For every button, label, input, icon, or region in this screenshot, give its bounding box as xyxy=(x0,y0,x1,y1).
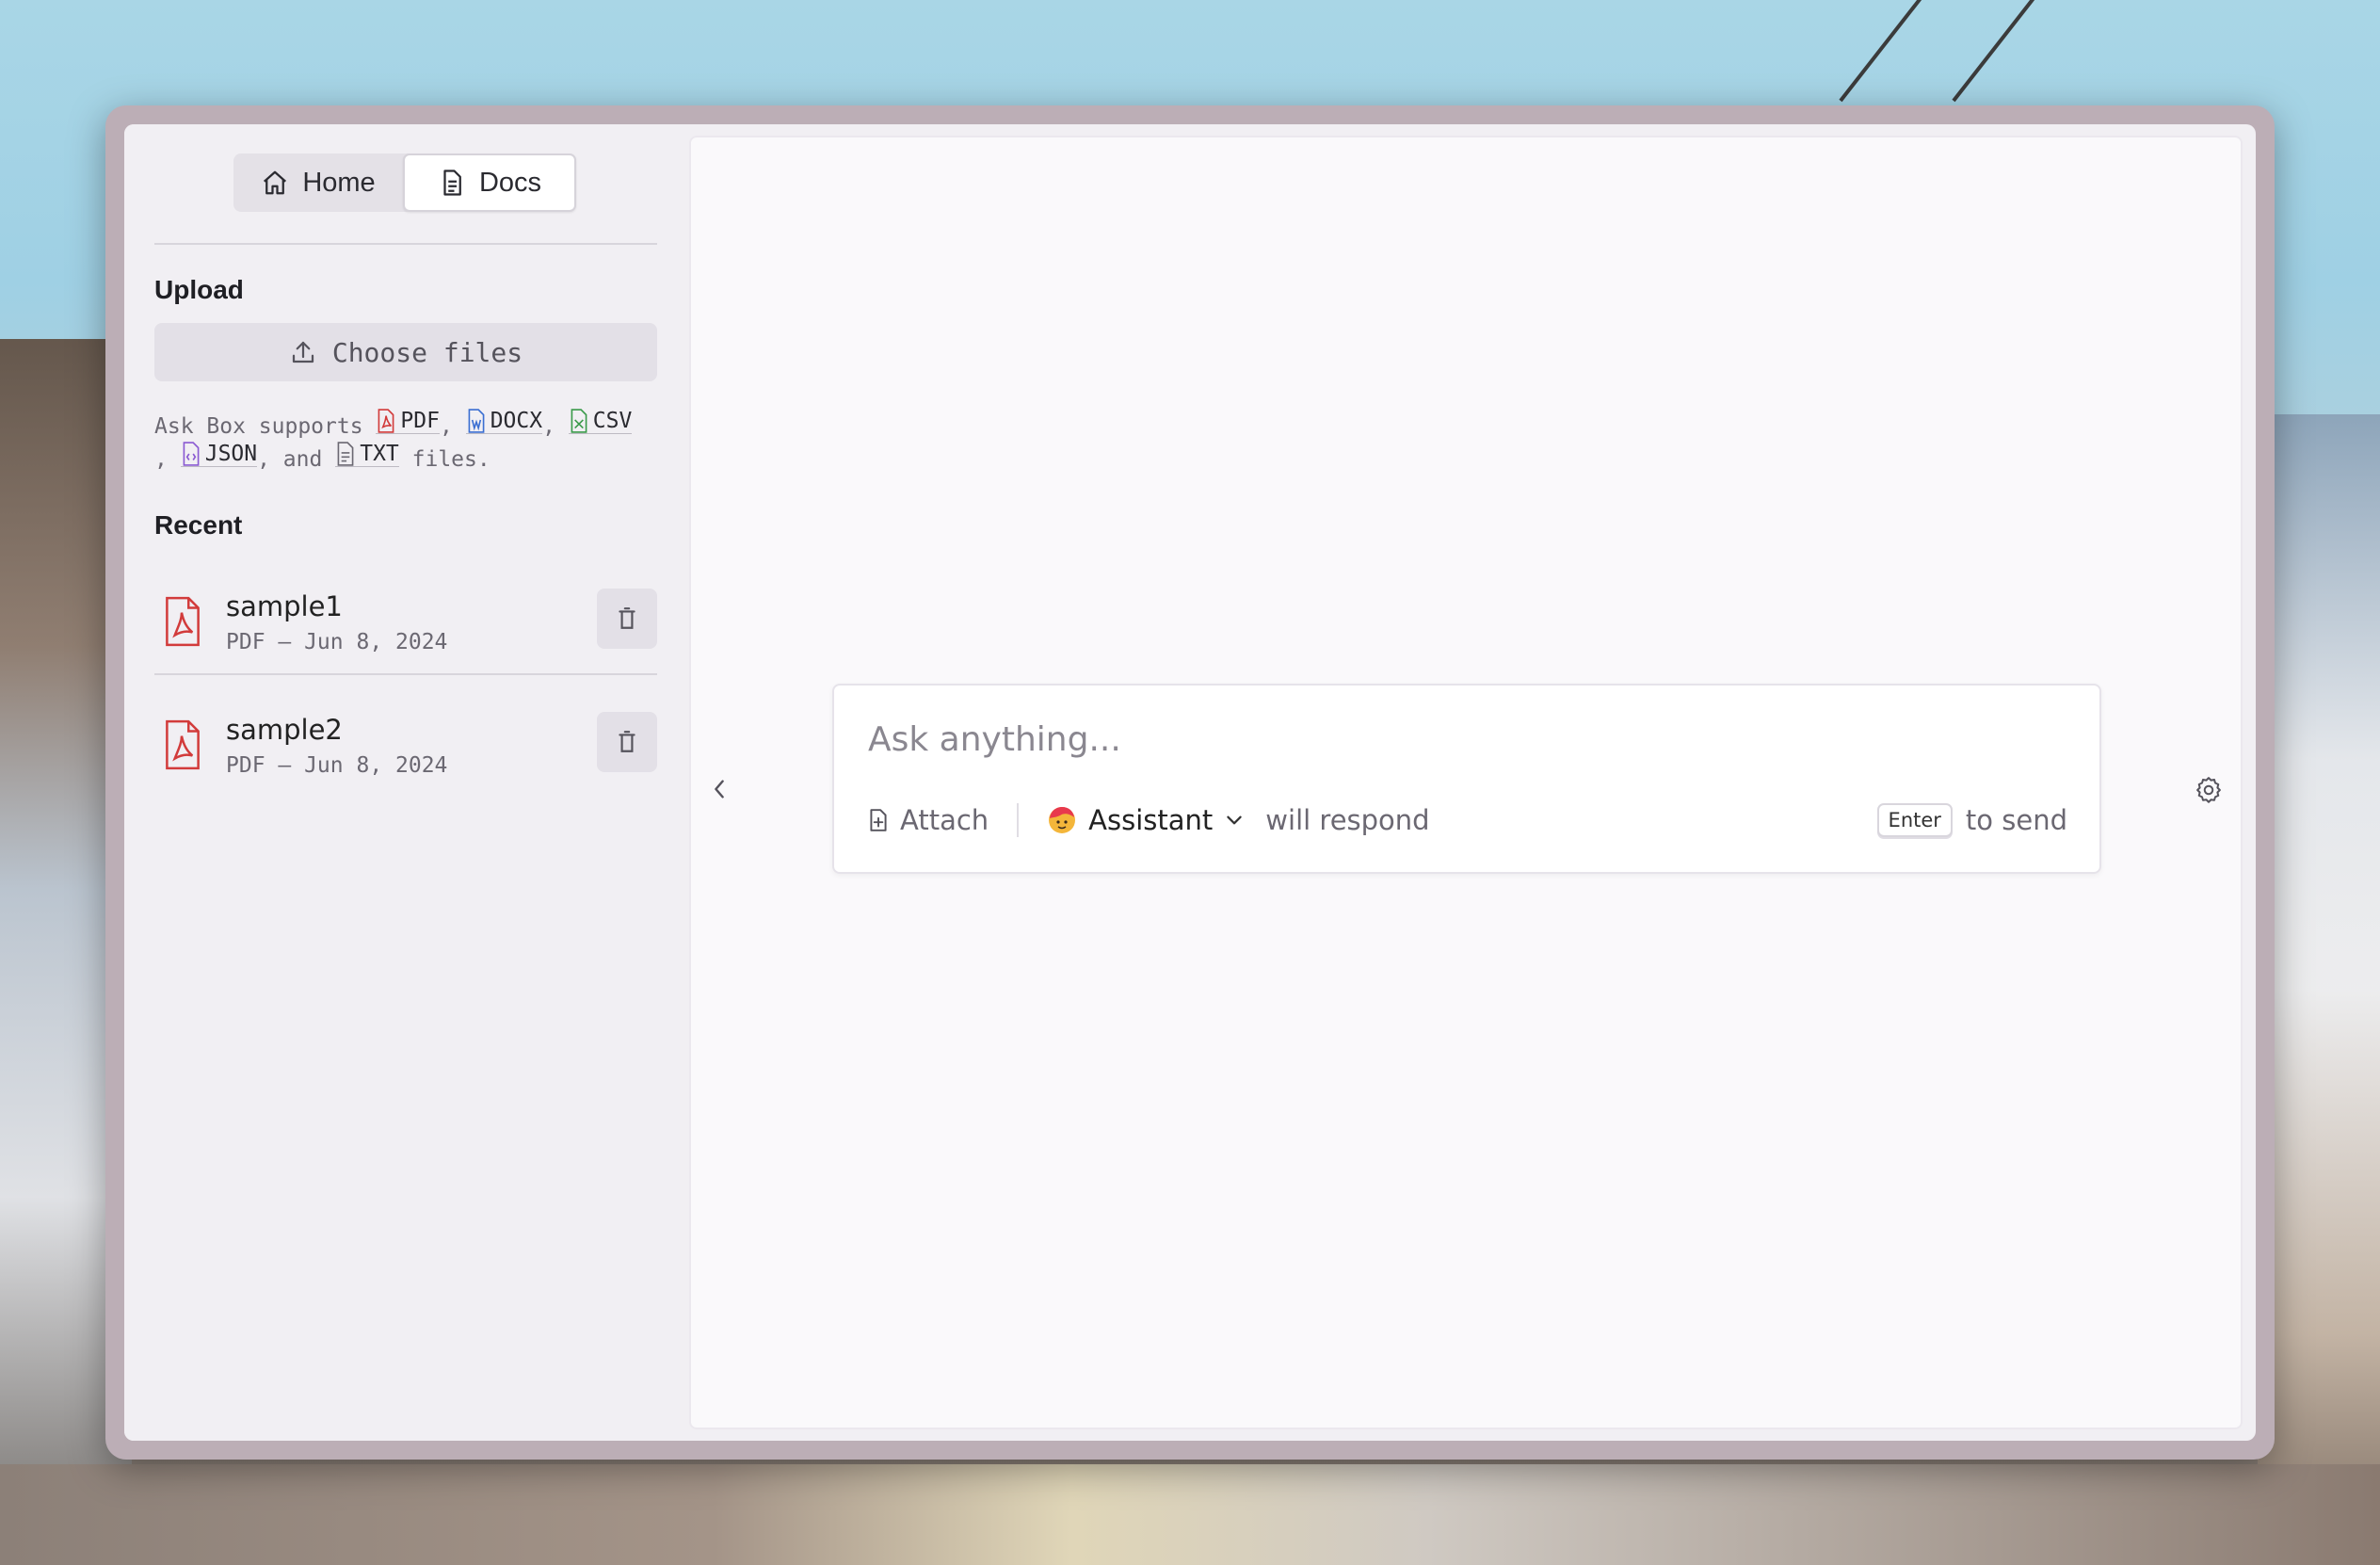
wallpaper-wire xyxy=(1839,0,1953,103)
tab-docs[interactable]: Docs xyxy=(403,153,576,212)
supports-prefix: Ask Box supports xyxy=(154,414,363,439)
sep: , xyxy=(439,414,453,439)
recent-item-meta: PDF — Jun 8, 2024 xyxy=(226,753,448,778)
pdf-file-icon xyxy=(166,719,200,770)
home-icon xyxy=(264,170,287,195)
sep: , xyxy=(154,447,168,472)
word-file-icon xyxy=(468,409,485,433)
chevron-left-icon xyxy=(715,780,724,799)
gear-icon xyxy=(2196,777,2221,803)
type-pdf-label: PDF xyxy=(400,409,440,433)
delete-button[interactable] xyxy=(597,712,657,772)
choose-files-button[interactable]: Choose files xyxy=(154,323,657,381)
type-json: JSON xyxy=(180,442,258,467)
assistant-avatar-icon xyxy=(1049,807,1076,833)
tab-home-label: Home xyxy=(302,167,376,198)
type-docx-label: DOCX xyxy=(490,409,543,433)
recent-item-meta: PDF — Jun 8, 2024 xyxy=(226,630,448,654)
type-csv: CSV xyxy=(568,409,633,434)
pdf-file-icon xyxy=(166,596,200,647)
wallpaper-right xyxy=(2258,414,2380,1565)
ask-footer: Attach Assistant will respond Enter to s… xyxy=(866,797,2067,844)
choose-files-label: Choose files xyxy=(331,336,523,368)
spreadsheet-file-icon xyxy=(571,409,587,433)
type-txt: TXT xyxy=(335,442,399,467)
chat-panel: Attach Assistant will respond Enter to s… xyxy=(689,136,2243,1429)
footer-separator xyxy=(1017,803,1020,837)
and-word: , and xyxy=(257,447,323,472)
assistant-selector[interactable]: Assistant xyxy=(1047,804,1245,836)
attach-label: Attach xyxy=(900,804,989,836)
sidebar: Home Docs Upload Choose files Ask Box su… xyxy=(124,124,689,1441)
ask-box: Attach Assistant will respond Enter to s… xyxy=(832,684,2101,874)
tab-bar: Home Docs xyxy=(233,153,576,212)
recent-item-name: sample2 xyxy=(226,714,343,746)
attach-file-icon xyxy=(870,809,887,831)
send-hint-text: to send xyxy=(1965,804,2067,836)
wallpaper-wire xyxy=(1952,0,2071,103)
sidebar-divider xyxy=(154,243,657,245)
code-file-icon xyxy=(183,442,200,466)
trash-icon xyxy=(619,731,635,752)
text-file-icon xyxy=(337,442,354,466)
recent-item[interactable]: sample1 PDF — Jun 8, 2024 xyxy=(154,589,657,679)
settings-button[interactable] xyxy=(2190,770,2227,808)
tab-docs-label: Docs xyxy=(478,167,542,198)
tab-home[interactable]: Home xyxy=(233,153,403,212)
recent-title: Recent xyxy=(154,510,243,540)
type-pdf: PDF xyxy=(376,409,440,434)
collapse-sidebar-button[interactable] xyxy=(706,770,732,808)
ask-input[interactable] xyxy=(866,712,2066,766)
document-icon xyxy=(443,169,461,196)
recent-divider xyxy=(154,673,657,675)
type-txt-label: TXT xyxy=(360,442,399,466)
upload-icon xyxy=(292,341,314,363)
type-docx: DOCX xyxy=(465,409,543,434)
supported-types-text: Ask Box supports PDF, DOCX, CSV, JSON, a… xyxy=(154,409,663,475)
delete-button[interactable] xyxy=(597,589,657,649)
trash-icon xyxy=(619,607,635,629)
attach-button[interactable]: Attach xyxy=(866,804,989,836)
wallpaper-bottom xyxy=(0,1464,2380,1565)
chevron-down-icon xyxy=(1227,815,1242,825)
app-window: Home Docs Upload Choose files Ask Box su… xyxy=(105,105,2275,1460)
upload-title: Upload xyxy=(154,275,244,304)
will-respond-text: will respond xyxy=(1265,804,1430,836)
pdf-file-icon xyxy=(378,409,394,433)
supports-suffix: files. xyxy=(411,447,490,472)
type-json-label: JSON xyxy=(204,442,258,466)
assistant-label: Assistant xyxy=(1088,804,1214,836)
recent-item[interactable]: sample2 PDF — Jun 8, 2024 xyxy=(154,712,657,802)
enter-key-badge: Enter xyxy=(1876,803,1953,837)
send-hint: Enter to send xyxy=(1876,803,2067,837)
type-csv-label: CSV xyxy=(592,409,633,433)
recent-item-name: sample1 xyxy=(226,590,343,622)
sep: , xyxy=(542,414,555,439)
app-content: Home Docs Upload Choose files Ask Box su… xyxy=(124,124,2256,1441)
